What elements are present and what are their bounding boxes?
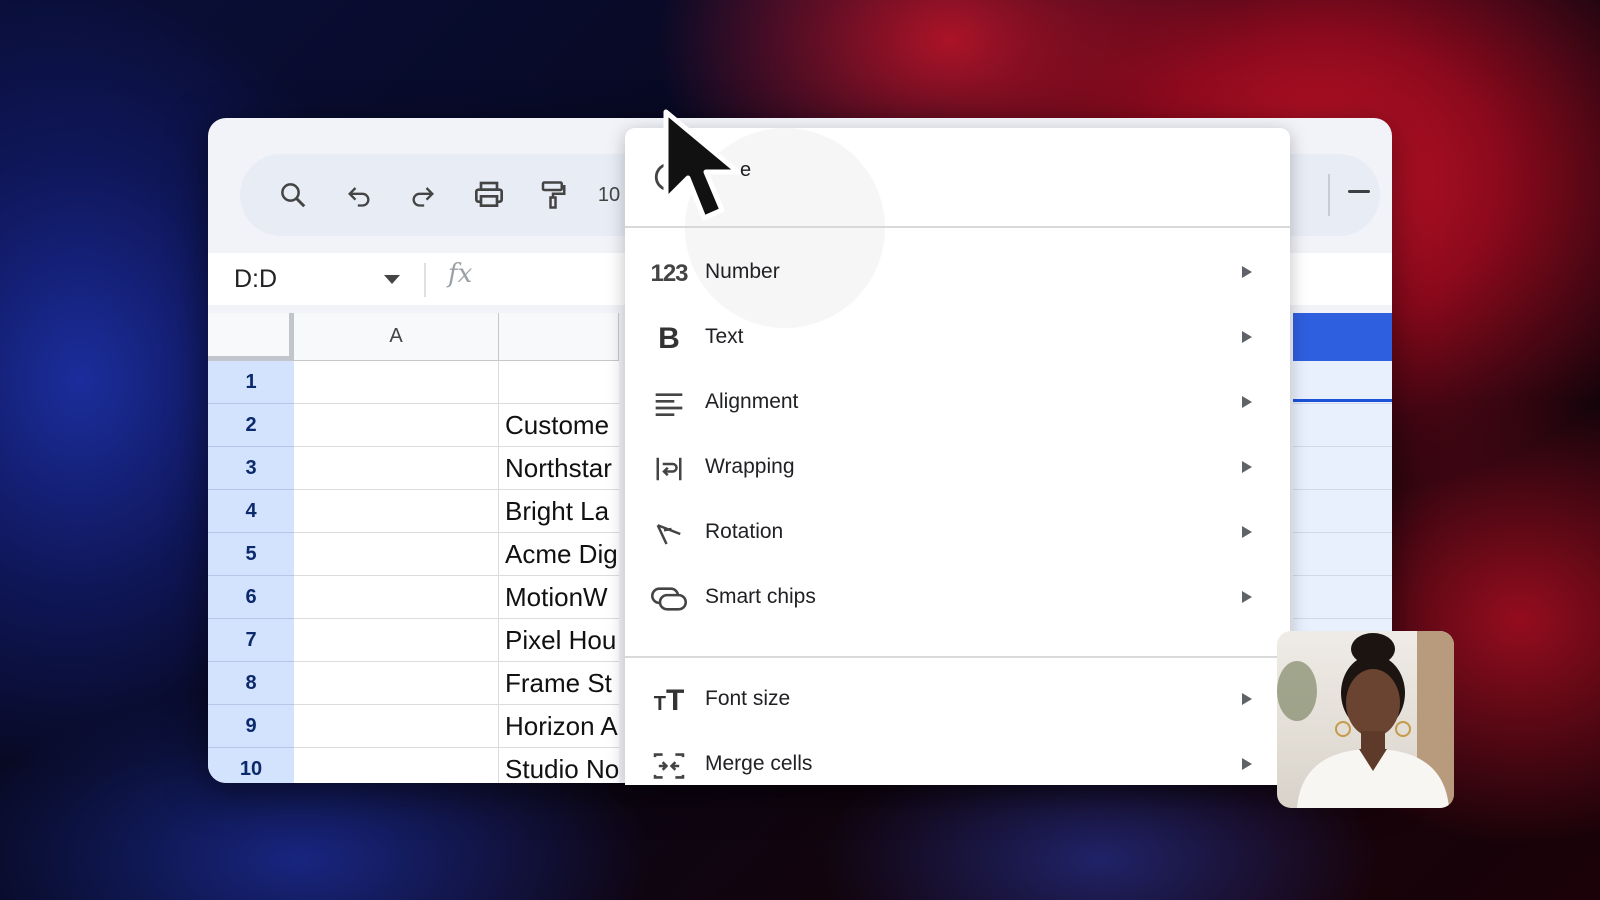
cell-b[interactable]: Pixel Hou [499,619,619,662]
bold-icon: B [658,322,680,355]
cell-b[interactable]: Bright La [499,490,619,533]
toolbar-divider [1328,174,1330,216]
column-header-a[interactable]: A [294,313,499,361]
name-box[interactable]: D:D [234,265,277,294]
menu-divider [625,656,1290,658]
selected-cell[interactable] [1293,447,1392,490]
menu-item-alignment[interactable]: Alignment [625,374,1290,434]
align-left-icon [649,384,689,424]
submenu-arrow-icon [1242,266,1252,278]
cell-a[interactable] [294,705,499,748]
cell-b[interactable]: Horizon A [499,705,619,748]
row-header[interactable]: 4 [208,490,294,533]
smart-chip-icon [649,579,689,619]
submenu-arrow-icon [1242,758,1252,770]
menu-item-label: Font size [705,687,791,710]
cell-a[interactable] [294,576,499,619]
selection-border [1293,399,1392,402]
row-header[interactable]: 6 [208,576,294,619]
font-size-icon: TT [653,684,685,717]
menu-item-label: Text [705,325,744,348]
name-box-dropdown-icon[interactable] [384,275,400,284]
menu-item-wrapping[interactable]: Wrapping [625,439,1290,499]
selected-cell[interactable] [1293,490,1392,533]
submenu-arrow-icon [1242,331,1252,343]
cell-a[interactable] [294,404,499,447]
redo-icon[interactable] [400,172,446,218]
select-all-corner[interactable] [208,313,294,361]
cell-a[interactable] [294,490,499,533]
column-header-selected[interactable] [1293,313,1392,361]
paint-format-icon[interactable] [530,172,576,218]
cell-b[interactable]: Studio No [499,748,619,783]
menu-item-text[interactable]: B Text [625,309,1290,369]
cell-a[interactable] [294,662,499,705]
cell-b[interactable] [499,361,619,404]
row-header[interactable]: 5 [208,533,294,576]
print-icon[interactable] [466,172,512,218]
menu-item-number[interactable]: 123 Number [625,244,1290,304]
zoom-select[interactable]: 10 [594,172,624,218]
row-header[interactable]: 7 [208,619,294,662]
selected-cell[interactable] [1293,576,1392,619]
cell-a[interactable] [294,361,499,404]
submenu-arrow-icon [1242,396,1252,408]
formula-bar-divider [424,263,426,297]
menu-item-font-size[interactable]: TT Font size [625,671,1290,731]
text-wrap-icon [649,449,689,489]
cell-a[interactable] [294,748,499,783]
menu-item-smart-chips[interactable]: Smart chips [625,569,1290,629]
selected-cell[interactable] [1293,404,1392,447]
menu-item-label: Rotation [705,520,784,543]
submenu-arrow-icon [1242,461,1252,473]
mouse-pointer-icon [663,109,741,221]
row-header[interactable]: 9 [208,705,294,748]
cell-b[interactable]: Northstar [499,447,619,490]
cell-b[interactable]: Frame St [499,662,619,705]
row-header[interactable]: 8 [208,662,294,705]
menu-item-label: Merge cells [705,752,813,775]
selected-cell[interactable] [1293,361,1392,404]
cell-a[interactable] [294,447,499,490]
webcam-overlay [1277,631,1454,808]
menu-item-label: Alignment [705,390,799,413]
column-header-b[interactable] [499,313,619,361]
row-header[interactable]: 3 [208,447,294,490]
row-header[interactable]: 2 [208,404,294,447]
row-header[interactable]: 1 [208,361,294,404]
cell-b[interactable]: Acme Dig [499,533,619,576]
submenu-arrow-icon [1242,693,1252,705]
cell-a[interactable] [294,619,499,662]
fx-icon: fx [448,259,473,289]
cell-b[interactable]: Custome [499,404,619,447]
undo-icon[interactable] [336,172,382,218]
submenu-arrow-icon [1242,591,1252,603]
menu-item-label: Number [705,260,780,283]
merge-cells-icon [649,746,689,785]
minimize-icon[interactable] [1348,190,1370,193]
selected-cell[interactable] [1293,533,1392,576]
cell-b[interactable]: MotionW [499,576,619,619]
number-format-icon: 123 [650,260,688,287]
menu-item-label: Smart chips [705,585,816,608]
menu-item-merge-cells[interactable]: Merge cells [625,736,1290,785]
presenter-video-image [1277,631,1454,808]
text-rotation-icon [649,514,689,554]
search-icon[interactable] [270,172,316,218]
row-header[interactable]: 10 [208,748,294,783]
menu-item-rotation[interactable]: Rotation [625,504,1290,564]
cell-a[interactable] [294,533,499,576]
submenu-arrow-icon [1242,526,1252,538]
menu-item-label: Wrapping [705,455,795,478]
